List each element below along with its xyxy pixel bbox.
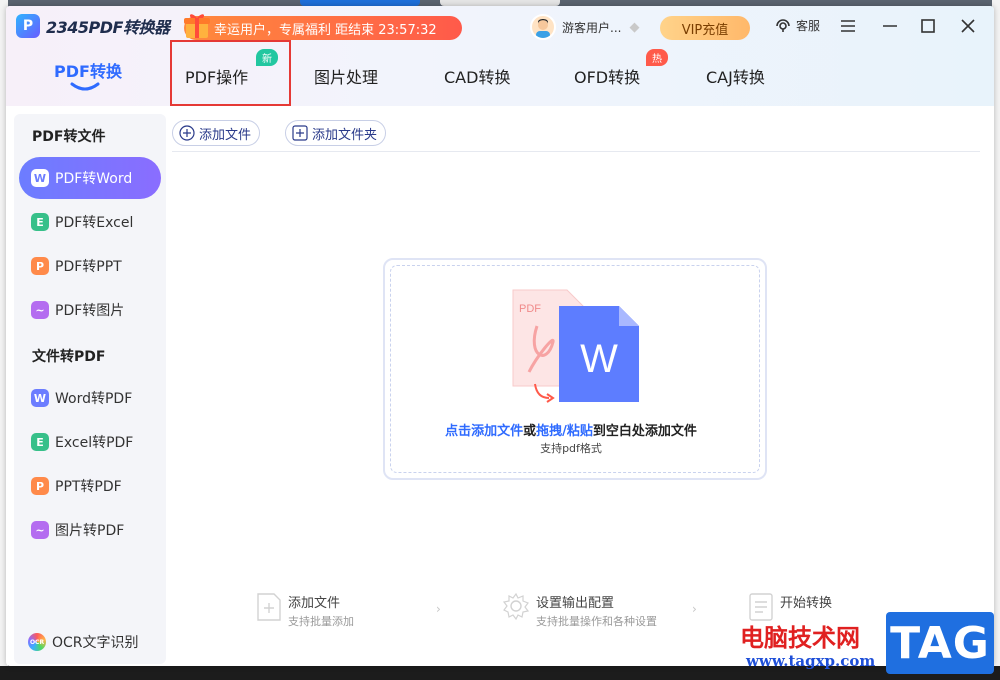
watermark-text: 电脑技术网 (740, 623, 860, 652)
tab-image-processing[interactable]: 图片处理 (314, 64, 378, 88)
ppt-icon: P (31, 477, 49, 495)
step-title: 设置输出配置 (536, 596, 615, 611)
user-account[interactable]: 游客用户... ◆ (530, 14, 639, 40)
vip-recharge-button[interactable]: VIP充值 (660, 16, 750, 40)
chevron-right-icon: › (436, 602, 441, 616)
ocr-icon: OCR (28, 633, 46, 651)
sidebar-item-label: Word转PDF (55, 391, 133, 407)
word-icon: W (31, 169, 49, 187)
add-file-step-icon (257, 593, 281, 621)
watermark-tag-logo: TAG (886, 612, 994, 674)
drag-paste-text: 拖拽/粘贴 (536, 424, 593, 439)
tab-label: OFD转换 (574, 68, 641, 87)
tab-label: 图片处理 (314, 68, 379, 87)
headset-icon (776, 19, 790, 32)
sidebar-item-pdf-to-ppt[interactable]: P PDF转PPT (19, 245, 161, 287)
active-tab-indicator (70, 82, 100, 91)
pdf-tag-text: PDF (519, 303, 541, 315)
word-icon: W (31, 389, 49, 407)
pdf-to-word-illustration: PDF W (512, 289, 639, 403)
plus-circle-icon (179, 125, 195, 141)
user-name: 游客用户... (562, 20, 622, 35)
sidebar-item-pdf-to-word[interactable]: W PDF转Word (19, 157, 161, 199)
diamond-icon: ◆ (629, 19, 640, 35)
sidebar-item-image-to-pdf[interactable]: ~ 图片转PDF (19, 509, 161, 551)
sidebar-item-label: PDF转PPT (55, 259, 122, 275)
sidebar-item-label: PDF转Excel (55, 215, 134, 231)
step-subtitle: 支持批量添加 (288, 615, 354, 628)
minimize-icon[interactable] (880, 16, 900, 36)
drop-instruction: 点击添加文件或拖拽/粘贴到空白处添加文件 (385, 420, 757, 439)
plus-square-icon (292, 125, 308, 141)
step-add-file: 添加文件 支持批量添加 (256, 592, 354, 629)
logo-icon: P (16, 14, 40, 38)
sidebar-item-pdf-to-excel[interactable]: E PDF转Excel (19, 201, 161, 243)
or-text: 或 (523, 424, 537, 439)
sidebar-item-label: PDF转图片 (55, 303, 125, 319)
sidebar-item-label: 图片转PDF (55, 523, 125, 539)
add-folder-button[interactable]: 添加文件夹 (285, 120, 387, 146)
avatar[interactable] (530, 14, 556, 40)
highlight-box (170, 40, 291, 106)
tab-label: CAJ转换 (706, 68, 765, 87)
app-title: 2345PDF转换器 (46, 18, 170, 37)
excel-icon: E (31, 433, 49, 451)
toolbar-divider (172, 151, 980, 152)
tab-pdf-convert[interactable]: PDF转换 (6, 46, 170, 106)
step-title: 添加文件 (288, 596, 341, 611)
app-window: P 2345PDF转换器 幸运用户，专属福利 距结束 23:57:32 游客用户… (6, 6, 994, 666)
click-add-text[interactable]: 点击添加文件 (445, 424, 523, 439)
service-label: 客服 (796, 18, 821, 33)
title-bar: P 2345PDF转换器 幸运用户，专属福利 距结束 23:57:32 游客用户… (6, 6, 994, 106)
promo-text: 幸运用户，专属福利 距结束 23:57:32 (214, 22, 437, 38)
menu-icon[interactable] (838, 16, 858, 36)
tab-label: CAD转换 (444, 68, 511, 87)
sidebar-item-word-to-pdf[interactable]: W Word转PDF (19, 377, 161, 419)
ocr-button[interactable]: OCR OCR文字识别 (28, 632, 139, 652)
sidebar-item-ppt-to-pdf[interactable]: P PPT转PDF (19, 465, 161, 507)
file-drop-zone[interactable]: PDF W 点击添加文件或拖拽/粘贴到空白处添加文件 支持pdf格式 (383, 258, 767, 480)
app-logo: P 2345PDF转换器 (16, 14, 170, 38)
main-nav: PDF转换 PDF操作 新 图片处理 CAD转换 OFD转换 热 CAJ转换 (6, 46, 994, 106)
ppt-icon: P (31, 257, 49, 275)
sidebar-item-label: Excel转PDF (55, 435, 134, 451)
sidebar-item-label: PPT转PDF (55, 479, 122, 495)
sidebar-section-title: 文件转PDF (32, 349, 106, 365)
chevron-right-icon: › (692, 602, 697, 616)
maximize-icon[interactable] (918, 16, 938, 36)
word-letter: W (580, 337, 618, 381)
add-folder-label: 添加文件夹 (312, 127, 378, 143)
drop-hint-text: 到空白处添加文件 (592, 424, 697, 439)
tab-label: PDF转换 (54, 62, 122, 81)
gift-icon (184, 14, 210, 38)
user-avatar-icon (536, 19, 550, 38)
sidebar-section-title: PDF转文件 (32, 129, 106, 145)
close-icon[interactable] (958, 16, 978, 36)
hot-badge: 热 (646, 49, 668, 66)
add-file-label: 添加文件 (199, 127, 252, 143)
sidebar-item-label: PDF转Word (55, 171, 133, 187)
gear-icon (502, 592, 530, 620)
excel-icon: E (31, 213, 49, 231)
customer-service-button[interactable]: 客服 (774, 16, 820, 34)
add-file-button[interactable]: 添加文件 (172, 120, 261, 146)
image-icon: ~ (31, 301, 49, 319)
image-icon: ~ (31, 521, 49, 539)
sidebar-item-excel-to-pdf[interactable]: E Excel转PDF (19, 421, 161, 463)
supported-format-text: 支持pdf格式 (540, 442, 602, 455)
promo-banner[interactable]: 幸运用户，专属福利 距结束 23:57:32 (184, 14, 462, 40)
step-title: 开始转换 (780, 596, 833, 611)
sidebar: PDF转文件 W PDF转Word E PDF转Excel P PDF转PPT … (14, 114, 166, 664)
tab-ofd-convert[interactable]: OFD转换 (574, 64, 640, 88)
sidebar-item-pdf-to-image[interactable]: ~ PDF转图片 (19, 289, 161, 331)
ocr-label: OCR文字识别 (52, 635, 139, 651)
step-subtitle: 支持批量操作和各种设置 (536, 615, 657, 628)
step-output-settings: 设置输出配置 支持批量操作和各种设置 (502, 592, 657, 629)
watermark-url: www.tagxp.com (746, 652, 876, 670)
tab-caj-convert[interactable]: CAJ转换 (706, 64, 765, 88)
tab-cad-convert[interactable]: CAD转换 (444, 64, 510, 88)
